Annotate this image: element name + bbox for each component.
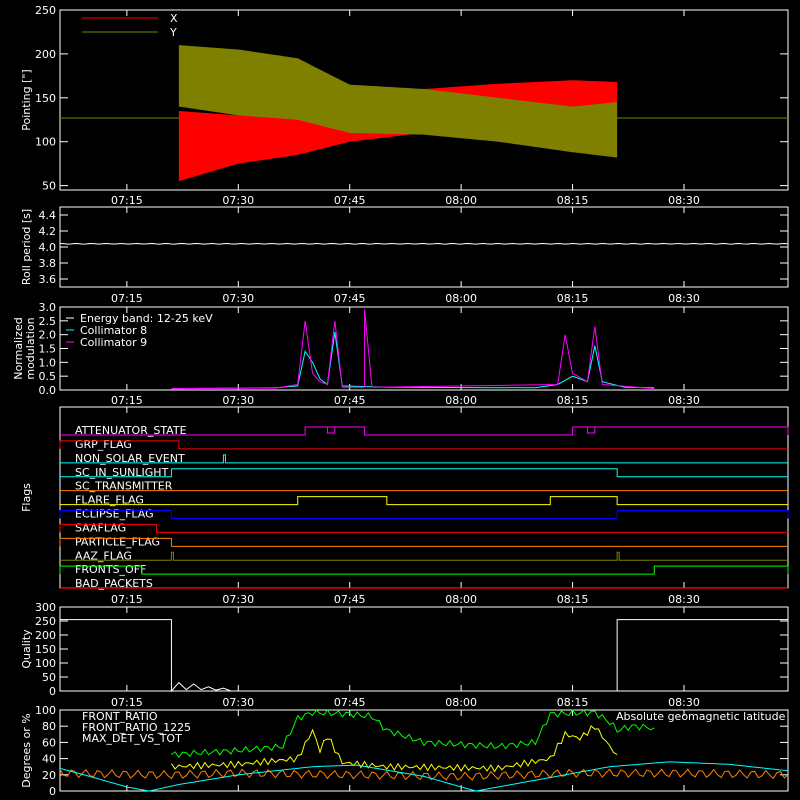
flags-xtick-label: 08:30 (668, 593, 700, 606)
pointing-ytick-label: 50 (42, 180, 56, 193)
flag-label: ECLIPSE_FLAG (75, 508, 154, 521)
flag-label: GRP_FLAG (75, 438, 132, 451)
flag-line-AAZ_FLAG (60, 551, 788, 561)
quality-xtick-label: 08:15 (557, 696, 589, 709)
pointing-xtick-label: 08:30 (668, 194, 700, 207)
roll-xtick-label: 07:30 (222, 292, 254, 305)
modulation-ytick-label: 0.5 (39, 370, 57, 383)
pointing-legend-label: Y (169, 26, 177, 39)
pointing-ylabel: Pointing ["] (20, 69, 33, 130)
modulation-ytick-label: 1.0 (39, 356, 57, 369)
pointing-ytick-label: 100 (35, 136, 56, 149)
quality-xtick-label: 07:15 (111, 696, 143, 709)
modulation-series-Collimator 8 (171, 331, 655, 390)
roll-xtick-label: 08:30 (668, 292, 700, 305)
flags-xtick-label: 08:00 (445, 593, 477, 606)
quality-series (60, 619, 788, 693)
quality-xtick-label: 08:30 (668, 696, 700, 709)
pointing-ytick-label: 150 (35, 92, 56, 105)
modulation-xtick-label: 07:45 (334, 394, 366, 407)
ratios-ytick-label: 100 (35, 704, 56, 717)
ratios-series-MAX_DET_VS_TOT (59, 768, 789, 781)
roll-xtick-label: 07:15 (111, 292, 143, 305)
flag-dip-ATTENUATOR_STATE (326, 427, 336, 434)
modulation-ytick-label: 3.0 (39, 301, 57, 314)
pointing-legend-label: X (170, 12, 178, 25)
quality-xtick-label: 07:45 (334, 696, 366, 709)
flags-ylabel: Flags (20, 483, 33, 512)
quality-ytick-label: 0 (49, 685, 56, 698)
quality-ytick-label: 250 (35, 615, 56, 628)
modulation-ylabel: modulation (24, 317, 37, 379)
ratios-ytick-label: 80 (42, 720, 56, 733)
pointing-ytick-label: 250 (35, 4, 56, 17)
roll-frame (59, 206, 789, 288)
roll-ytick-label: 3.6 (39, 273, 57, 286)
modulation-ytick-label: 2.0 (39, 329, 57, 342)
roll-ytick-label: 4.0 (39, 241, 57, 254)
modulation-xtick-label: 07:30 (222, 394, 254, 407)
roll-ytick-label: 3.8 (39, 257, 57, 270)
chart-canvas: 07:15 07:30 07:45 08:00 08:15 08:305010015020… (12, 4, 789, 798)
modulation-legend-label: Collimator 9 (80, 336, 147, 349)
quality-ytick-label: 100 (35, 657, 56, 670)
pointing-xtick-label: 08:15 (557, 194, 589, 207)
pointing-ytick-label: 200 (35, 48, 56, 61)
quality-ytick-label: 150 (35, 643, 56, 656)
flag-dip-ATTENUATOR_STATE (586, 427, 596, 434)
ratios-series-FRONT_RATIO_1225 (171, 709, 655, 759)
pointing-xtick-label: 07:45 (334, 194, 366, 207)
flag-label: SAAFLAG (75, 521, 126, 534)
flag-line-FLARE_FLAG (60, 496, 788, 506)
quality-ytick-label: 300 (35, 601, 56, 614)
quality-ytick-label: 50 (42, 671, 56, 684)
modulation-xtick-label: 08:15 (557, 394, 589, 407)
roll-ylabel: Roll period [s] (20, 209, 33, 285)
modulation-ytick-label: 0.0 (39, 384, 57, 397)
flags-xtick-label: 07:45 (334, 593, 366, 606)
ratios-ytick-label: 60 (42, 736, 56, 749)
quality-xtick-label: 07:30 (222, 696, 254, 709)
pointing-xtick-label: 07:15 (111, 194, 143, 207)
roll-ytick-label: 4.2 (39, 225, 57, 238)
pointing-xtick-label: 07:30 (222, 194, 254, 207)
flags-xtick-label: 07:15 (111, 593, 143, 606)
quality-xtick-label: 08:00 (445, 696, 477, 709)
ratios-legend-label: MAX_DET_VS_TOT (82, 732, 182, 745)
modulation-xtick-label: 07:15 (111, 394, 143, 407)
flag-label: PARTICLE_FLAG (75, 535, 160, 548)
flag-line-PARTICLE_FLAG (59, 537, 788, 547)
quality-ylabel: Quality (20, 629, 33, 669)
modulation-ytick-label: 1.5 (39, 343, 57, 356)
flag-label: FRONTS_OFF (75, 563, 146, 576)
flag-line-SAAFLAG (59, 523, 788, 533)
modulation-series-Collimator 9 (171, 309, 655, 390)
flag-line-ECLIPSE_FLAG (59, 510, 789, 519)
flags-xtick-label: 08:15 (557, 593, 589, 606)
flag-line-GRP_FLAG (59, 440, 788, 450)
ratios-ytick-label: 20 (42, 769, 56, 782)
roll-ytick-label: 4.4 (39, 209, 57, 222)
flag-line-FRONTS_OFF (59, 565, 789, 575)
roll-xtick-label: 07:45 (334, 292, 366, 305)
quality-ytick-label: 200 (35, 629, 56, 642)
ratios-ylabel: Degrees or % (20, 713, 33, 787)
roll-series (59, 242, 789, 245)
pointing-xtick-label: 08:00 (445, 194, 477, 207)
roll-xtick-label: 08:00 (445, 292, 477, 305)
modulation-xtick-label: 08:30 (668, 394, 700, 407)
flags-xtick-label: 07:30 (222, 593, 254, 606)
ratios-series-FRONT_RATIO (171, 725, 618, 773)
ratios-ytick-label: 0 (49, 785, 56, 798)
roll-xtick-label: 08:15 (557, 292, 589, 305)
ratios-ytick-label: 40 (42, 753, 56, 766)
ratios-right-label: Absolute geomagnetic latitude (616, 710, 786, 723)
modulation-xtick-label: 08:00 (445, 394, 477, 407)
flag-line-SC_IN_SUNLIGHT (60, 468, 788, 478)
modulation-ytick-label: 2.5 (39, 315, 57, 328)
